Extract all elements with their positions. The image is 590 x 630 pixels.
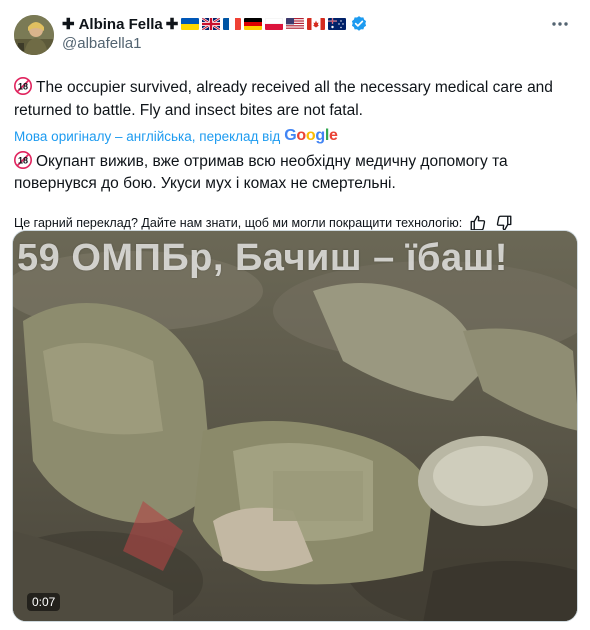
translated-text-body: Окупант вижив, вже отримав всю необхідну… bbox=[14, 153, 508, 192]
prefix-cross-symbol: ✚ bbox=[62, 16, 75, 33]
verified-check-icon bbox=[350, 15, 368, 33]
age-18-icon: 18 bbox=[14, 77, 32, 95]
more-options-button[interactable] bbox=[548, 12, 572, 36]
name-row: ✚ Albina Fella ✚ bbox=[62, 14, 368, 34]
avatar-icon bbox=[14, 15, 54, 55]
feedback-prompt: Це гарний переклад? Дайте нам знати, щоб… bbox=[14, 216, 463, 230]
uk-flag bbox=[202, 18, 221, 30]
google-logo: Google bbox=[284, 127, 338, 144]
tweet-card: ✚ Albina Fella ✚ @albafella1 18 The occu… bbox=[0, 0, 590, 630]
usa-flag bbox=[286, 18, 305, 30]
avatar[interactable] bbox=[14, 15, 54, 55]
video-duration: 0:07 bbox=[27, 593, 61, 611]
suffix-cross-symbol: ✚ bbox=[165, 16, 179, 33]
translation-attribution[interactable]: Мова оригіналу – англійська, переклад ві… bbox=[14, 127, 576, 145]
age-18-icon: 18 bbox=[14, 151, 32, 169]
australia-flag bbox=[328, 18, 347, 30]
author-handle[interactable]: @albafella1 bbox=[62, 35, 368, 52]
original-text-body: The occupier survived, already received … bbox=[14, 79, 553, 119]
svg-text:18: 18 bbox=[18, 155, 28, 165]
tweet-header: ✚ Albina Fella ✚ @albafella1 bbox=[14, 12, 576, 60]
ukraine-flag bbox=[181, 18, 200, 30]
france-flag bbox=[223, 18, 242, 30]
tweet-original-text: 18 The occupier survived, already receiv… bbox=[14, 76, 576, 122]
germany-flag bbox=[244, 18, 263, 30]
more-dots-icon bbox=[552, 22, 568, 26]
video-frame-image bbox=[13, 231, 577, 621]
video-player[interactable]: 59 ОМПБр, Бачиш – їбаш! 0:07 bbox=[12, 230, 578, 622]
canada-flag bbox=[307, 18, 326, 30]
tweet-translated-text: 18 Окупант вижив, вже отримав всю необхі… bbox=[14, 151, 576, 195]
author-identity: ✚ Albina Fella ✚ @albafella1 bbox=[62, 12, 368, 52]
poland-flag bbox=[265, 18, 284, 30]
translation-label[interactable]: Мова оригіналу – англійська, переклад ві… bbox=[14, 129, 280, 144]
svg-text:18: 18 bbox=[18, 81, 28, 91]
video-caption-overlay: 59 ОМПБр, Бачиш – їбаш! bbox=[17, 237, 508, 279]
display-name[interactable]: Albina Fella bbox=[79, 16, 163, 33]
